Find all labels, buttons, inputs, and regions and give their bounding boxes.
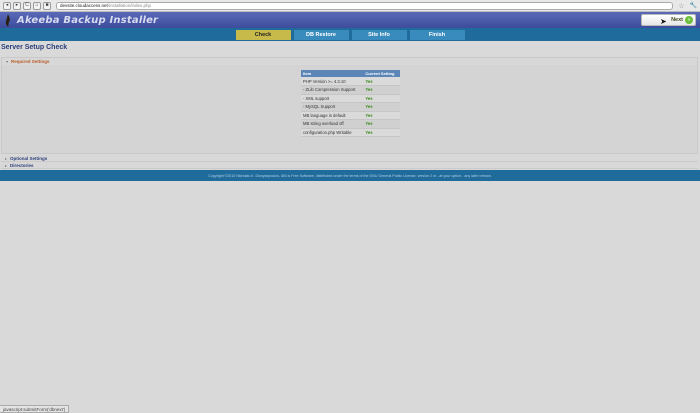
tab-db-restore[interactable]: DB Restore — [293, 29, 349, 40]
table-row: - XML support Yes — [301, 94, 400, 103]
setting-item: configuration.php Writable — [301, 128, 364, 137]
page-title: Server Setup Check — [1, 44, 68, 51]
optional-settings-header[interactable]: ▸ Optional Settings — [1, 155, 698, 162]
setting-value: Yes — [363, 94, 400, 103]
tab-finish[interactable]: Finish — [409, 29, 465, 40]
app-header: Akeeba Backup Installer Next » — [0, 12, 700, 28]
setting-value: Yes — [363, 77, 400, 86]
akeeba-logo-icon — [3, 13, 13, 27]
table-row: MB string overload off Yes — [301, 119, 400, 129]
url-text: devsite.cloudaccess.net/installation/ind… — [60, 3, 151, 8]
next-arrow-icon: » — [685, 16, 693, 24]
setting-value: Yes — [363, 111, 400, 120]
next-button[interactable]: Next » — [641, 14, 696, 26]
status-text: javascript:submitForm('dbnext') — [3, 406, 66, 412]
url-path: /installation/index.php — [107, 3, 152, 8]
table-row: configuration.php Writable Yes — [301, 128, 400, 137]
setting-item: - ZLib Compression Support — [301, 85, 364, 95]
table-row: - ZLib Compression Support Yes — [301, 85, 400, 95]
column-header-current-setting: Current Setting — [363, 70, 400, 77]
stop-icon[interactable]: ■ — [43, 1, 51, 10]
setting-value: Yes — [363, 119, 400, 129]
chevron-right-icon: ▸ — [5, 162, 8, 168]
browser-toolbar: ◂ ▸ C ⌂ ■ devsite.cloudaccess.net/instal… — [0, 0, 700, 12]
setting-item: PHP Version >= 4.3.10 — [301, 77, 364, 86]
setting-item: - MySQL Support — [301, 102, 364, 112]
steps-tab-bar: Check DB Restore Site Info Finish — [0, 28, 700, 41]
tab-site-info[interactable]: Site Info — [351, 29, 407, 40]
footer: Copyright ©2010 Nicholas K. Dionysopoulo… — [0, 170, 700, 181]
table-row: - MySQL Support Yes — [301, 102, 400, 112]
tab-check[interactable]: Check — [235, 29, 291, 40]
address-bar[interactable]: devsite.cloudaccess.net/installation/ind… — [56, 1, 674, 10]
column-header-item: Item — [301, 70, 364, 77]
forward-icon[interactable]: ▸ — [13, 1, 21, 10]
chevron-right-icon: ▸ — [5, 155, 8, 161]
table-row: MB language is default Yes — [301, 111, 400, 120]
setting-value: Yes — [363, 102, 400, 112]
browser-status-bar: javascript:submitForm('dbnext') — [0, 405, 70, 413]
back-icon[interactable]: ◂ — [3, 1, 11, 10]
home-icon[interactable]: ⌂ — [33, 1, 41, 10]
directories-label: Directories — [10, 162, 34, 168]
copyright-text: Copyright ©2010 Nicholas K. Dionysopoulo… — [208, 173, 492, 178]
setting-value: Yes — [363, 128, 400, 137]
mouse-cursor-icon: ➤ — [660, 17, 667, 26]
table-row: PHP Version >= 4.3.10 Yes — [301, 77, 400, 86]
setting-item: MB language is default — [301, 111, 364, 120]
setting-item: MB string overload off — [301, 119, 364, 129]
app-title: Akeeba Backup Installer — [17, 14, 159, 26]
url-host: devsite.cloudaccess.net — [60, 3, 108, 8]
wrench-icon[interactable]: 🔧 — [690, 2, 697, 9]
required-settings-panel: ▾ Required Settings Item Current Setting… — [1, 57, 698, 154]
chevron-down-icon: ▾ — [6, 59, 9, 64]
settings-table: Item Current Setting PHP Version >= 4.3.… — [301, 70, 400, 137]
bookmark-star-icon[interactable]: ☆ — [678, 2, 684, 10]
setting-value: Yes — [363, 85, 400, 95]
reload-icon[interactable]: C — [23, 1, 31, 10]
required-settings-label: Required Settings — [11, 59, 50, 64]
optional-settings-label: Optional Settings — [10, 155, 48, 161]
next-button-label: Next — [671, 17, 683, 23]
required-settings-header[interactable]: ▾ Required Settings — [2, 58, 697, 65]
directories-header[interactable]: ▸ Directories — [1, 162, 698, 169]
setting-item: - XML support — [301, 94, 364, 103]
